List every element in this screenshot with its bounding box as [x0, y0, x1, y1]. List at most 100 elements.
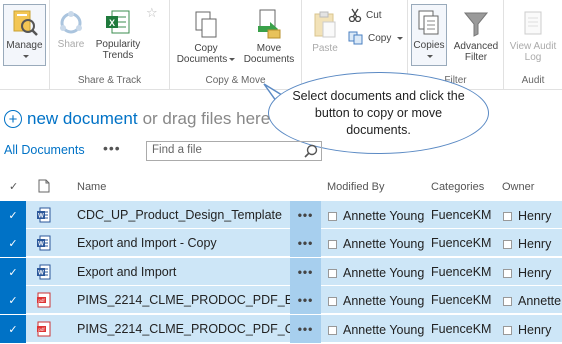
modified-by-cell[interactable]: Annette Young	[328, 294, 424, 308]
row-checkbox[interactable]: ✓	[0, 201, 26, 229]
row-checkbox[interactable]: ✓	[0, 286, 26, 314]
ribbon-group-audit: View Audit Log Audit	[504, 0, 562, 90]
row-ellipsis-button[interactable]: •••	[290, 229, 321, 257]
column-header-name[interactable]: Name	[77, 181, 106, 193]
move-documents-label-2: Documents	[243, 54, 295, 65]
advanced-filter-label-1: Advanced	[453, 41, 499, 52]
search-input[interactable]: Find a file	[146, 141, 322, 161]
owner-name[interactable]: Henry	[518, 209, 551, 223]
table-row[interactable]: ✓ W CDC_UP_Product_Design_Template ••• Annet…	[0, 201, 562, 229]
view-all-documents[interactable]: All Documents	[4, 143, 85, 157]
share-label: Share	[57, 39, 85, 50]
manage-button[interactable]: Manage	[3, 4, 46, 66]
modified-by-name[interactable]: Annette Young	[343, 237, 424, 251]
owner-name[interactable]: Henry	[518, 237, 551, 251]
presence-indicator	[328, 211, 337, 221]
document-name-link[interactable]: Export and Import	[77, 265, 176, 279]
owner-cell[interactable]: Annette	[503, 294, 561, 308]
column-header-categories[interactable]: Categories	[431, 181, 484, 193]
presence-indicator	[503, 239, 512, 249]
manage-label: Manage	[6, 40, 43, 51]
document-name-link[interactable]: PIMS_2214_CLME_PRODOC_PDF_C	[77, 322, 294, 336]
copies-button[interactable]: Copies	[411, 4, 447, 66]
presence-indicator	[503, 296, 512, 306]
column-header-owner[interactable]: Owner	[502, 181, 534, 193]
ribbon: Manage Share X Popularity Trends ☆ Share…	[0, 0, 562, 90]
modified-by-name[interactable]: Annette Young	[343, 294, 424, 308]
cut-button[interactable]: Cut	[348, 8, 382, 22]
row-ellipsis-button[interactable]: •••	[290, 258, 321, 286]
presence-indicator	[328, 296, 337, 306]
modified-by-name[interactable]: Annette Young	[343, 266, 424, 280]
document-name-link[interactable]: Export and Import - Copy	[77, 236, 217, 250]
row-checkbox[interactable]: ✓	[0, 258, 26, 286]
advanced-filter-button[interactable]: Advanced Filter	[450, 10, 502, 63]
scissors-icon	[348, 8, 362, 22]
star-icon[interactable]: ☆	[146, 5, 158, 21]
svg-text:pdf: pdf	[38, 298, 45, 303]
callout-text: Select documents and click the button to…	[292, 88, 465, 137]
modified-by-name[interactable]: Annette Young	[343, 323, 424, 337]
modified-by-cell[interactable]: Annette Young	[328, 209, 424, 223]
copy-documents-label-1: Copy	[194, 43, 218, 54]
presence-indicator	[328, 239, 337, 249]
presence-indicator	[503, 325, 512, 335]
table-row[interactable]: ✓ W Export and Import ••• Annette Young Fuenc…	[0, 258, 562, 286]
document-name-link[interactable]: CDC_UP_Product_Design_Template	[77, 208, 282, 222]
copy-documents-icon	[195, 11, 217, 38]
move-documents-label-1: Move	[256, 43, 282, 54]
select-all-check[interactable]: ✓	[9, 180, 18, 193]
table-row[interactable]: ✓ pdf PIMS_2214_CLME_PRODOC_PDF_C ••• Annett…	[0, 315, 562, 343]
plus-icon[interactable]: +	[4, 110, 22, 128]
svg-text:W: W	[38, 242, 44, 248]
svg-text:pdf: pdf	[38, 327, 45, 332]
move-documents-button[interactable]: Move Documents	[240, 8, 298, 65]
owner-cell[interactable]: Henry	[503, 209, 551, 223]
paste-button[interactable]: Paste	[308, 10, 342, 54]
move-documents-icon	[258, 9, 281, 39]
copy-button[interactable]: Copy	[348, 31, 404, 45]
paste-icon	[314, 11, 336, 38]
file-type-icon	[38, 179, 50, 193]
audit-log-icon	[524, 11, 542, 35]
presence-indicator	[503, 211, 512, 221]
popularity-label-1: Popularity	[95, 39, 141, 50]
group-label-audit: Audit	[521, 75, 545, 86]
owner-cell[interactable]: Henry	[503, 237, 551, 251]
row-ellipsis-button[interactable]: •••	[290, 286, 321, 314]
chevron-down-icon	[229, 57, 236, 61]
row-ellipsis-button[interactable]: •••	[290, 201, 321, 229]
view-more-button[interactable]: •••	[103, 140, 121, 156]
popularity-trends-button[interactable]: X Popularity Trends	[92, 8, 144, 61]
modified-by-name[interactable]: Annette Young	[343, 209, 424, 223]
modified-by-cell[interactable]: Annette Young	[328, 323, 424, 337]
search-icon[interactable]	[304, 144, 318, 158]
owner-name[interactable]: Annette	[518, 294, 561, 308]
copy-documents-button[interactable]: Copy Documents	[175, 10, 237, 65]
document-name-link[interactable]: PIMS_2214_CLME_PRODOC_PDF_B	[77, 293, 293, 307]
view-audit-log-button[interactable]: View Audit Log	[506, 10, 560, 63]
pdf-file-icon: pdf	[37, 292, 51, 308]
svg-text:W: W	[38, 271, 44, 277]
modified-by-cell[interactable]: Annette Young	[328, 237, 424, 251]
category-cell: FuenceKM	[431, 265, 492, 279]
row-checkbox[interactable]: ✓	[0, 229, 26, 257]
table-row[interactable]: ✓ pdf PIMS_2214_CLME_PRODOC_PDF_B ••• Annett…	[0, 286, 562, 314]
advanced-filter-label-2: Filter	[464, 52, 488, 63]
new-document-link[interactable]: new document	[27, 109, 138, 129]
owner-cell[interactable]: Henry	[503, 323, 551, 337]
paste-label: Paste	[312, 43, 338, 54]
table-row[interactable]: ✓ W Export and Import - Copy ••• Annette You…	[0, 229, 562, 257]
modified-by-cell[interactable]: Annette Young	[328, 266, 424, 280]
owner-name[interactable]: Henry	[518, 266, 551, 280]
owner-cell[interactable]: Henry	[503, 266, 551, 280]
drag-files-hint: or drag files here	[142, 109, 271, 128]
row-ellipsis-button[interactable]: •••	[290, 315, 321, 343]
ribbon-group-copy-move: Copy Documents Move Documents Copy & Mov…	[170, 0, 302, 90]
owner-name[interactable]: Henry	[518, 323, 551, 337]
column-header-modified-by[interactable]: Modified By	[327, 181, 384, 193]
word-file-icon: W	[37, 207, 51, 223]
share-button[interactable]: Share	[56, 10, 86, 50]
share-icon	[60, 11, 82, 34]
row-checkbox[interactable]: ✓	[0, 315, 26, 343]
